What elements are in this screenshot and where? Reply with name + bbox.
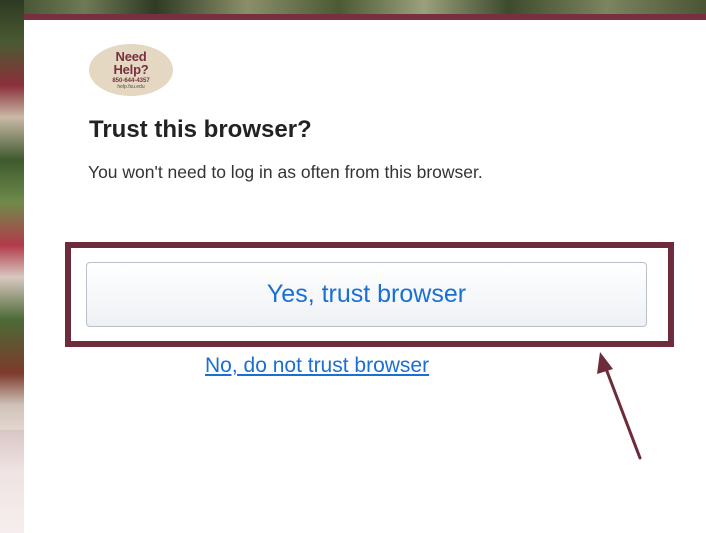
dialog-title: Trust this browser? bbox=[89, 116, 312, 143]
need-help-logo[interactable]: Need Help? 850-644-4357 help.fsu.edu bbox=[89, 44, 173, 96]
logo-url: help.fsu.edu bbox=[117, 84, 145, 90]
background-scenery-fade bbox=[0, 430, 24, 533]
dialog-subtitle: You won't need to log in as often from t… bbox=[88, 162, 483, 182]
no-trust-browser-link[interactable]: No, do not trust browser bbox=[205, 354, 429, 378]
yes-trust-browser-button[interactable]: Yes, trust browser bbox=[86, 262, 647, 327]
screenshot-stage: Need Help? 850-644-4357 help.fsu.edu Tru… bbox=[0, 0, 706, 533]
logo-text-help: Help? bbox=[113, 62, 149, 77]
background-scenery-top bbox=[0, 0, 706, 14]
